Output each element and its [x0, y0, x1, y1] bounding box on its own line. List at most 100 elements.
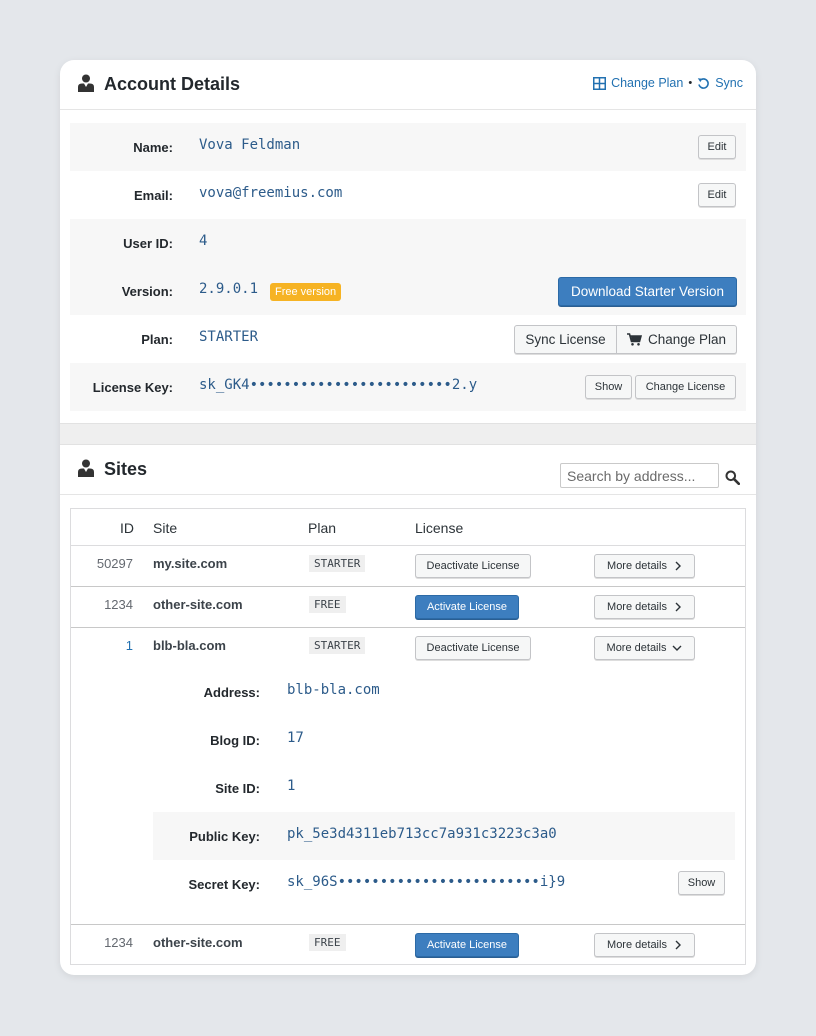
show-license-button[interactable]: Show [585, 375, 632, 399]
sites-title: Sites [104, 459, 148, 479]
grid-icon [593, 76, 607, 90]
name-label: Name: [133, 140, 173, 155]
site-address: other-site.com [153, 935, 243, 950]
sync-icon [698, 77, 710, 89]
link-separator: • [688, 77, 693, 89]
activate-license-button[interactable]: Activate License [415, 595, 519, 619]
version-row: Version: 2.9.0.1 Free version Download S… [70, 267, 746, 315]
user-icon [78, 459, 94, 477]
table-row-expanded: 1 blb-bla.com STARTER Deactivate License… [71, 628, 745, 925]
change-plan-link-label: Change Plan [611, 76, 684, 90]
license-key-label: License Key: [92, 380, 173, 395]
secret-key-label: Secret Key: [188, 877, 260, 892]
account-card: Account Details Change Plan • Sync Name:… [60, 60, 756, 975]
blog-id-row: Blog ID: 17 [153, 716, 735, 764]
site-details: Address: blb-bla.com Blog ID: 17 Site ID… [153, 668, 735, 908]
secret-key-row: Secret Key: sk_96S••••••••••••••••••••••… [153, 860, 735, 908]
change-plan-button-label: Change Plan [647, 332, 727, 347]
address-row: Address: blb-bla.com [153, 668, 735, 716]
public-key-row: Public Key: pk_5e3d4311eb713cc7a931c3223… [153, 812, 735, 860]
change-license-button[interactable]: Change License [635, 375, 736, 399]
table-row: 50297 my.site.com STARTER Deactivate Lic… [71, 546, 745, 587]
sites-table: ID Site Plan License 50297 my.site.com S… [70, 508, 746, 965]
address-value: blb-bla.com [287, 682, 380, 698]
show-secret-key-button[interactable]: Show [678, 871, 725, 895]
site-id: 1234 [104, 935, 133, 950]
column-site: Site [153, 520, 178, 536]
more-details-button[interactable]: More details [594, 554, 695, 578]
table-row: 1234 other-site.com FREE Activate Licens… [71, 925, 745, 966]
activate-license-button[interactable]: Activate License [415, 933, 519, 957]
sync-license-button[interactable]: Sync License [514, 325, 617, 354]
table-row: 1234 other-site.com FREE Activate Licens… [71, 587, 745, 628]
change-plan-link[interactable]: Change Plan [593, 76, 683, 90]
site-id: 1234 [104, 597, 133, 612]
version-label: Version: [121, 284, 173, 299]
user-id-row: User ID: 4 [70, 219, 746, 267]
more-details-label: More details [607, 560, 667, 572]
chevron-down-icon [672, 645, 682, 651]
search-icon[interactable] [725, 470, 740, 485]
account-header: Account Details Change Plan • Sync [60, 60, 756, 110]
more-details-button[interactable]: More details [594, 933, 695, 957]
email-label: Email: [133, 188, 173, 203]
account-title: Account Details [104, 74, 241, 94]
site-id-value: 1 [287, 778, 296, 794]
edit-email-button[interactable]: Edit [698, 183, 736, 207]
plan-tag: STARTER [309, 555, 366, 572]
sync-link-label: Sync [715, 76, 743, 90]
more-details-label: More details [607, 939, 667, 951]
site-address: blb-bla.com [153, 638, 226, 653]
plan-tag: FREE [309, 596, 346, 613]
plan-tag: STARTER [309, 637, 366, 654]
secret-key-value: sk_96S••••••••••••••••••••••••i}9 [287, 874, 566, 890]
chevron-right-icon [675, 602, 681, 612]
site-id-label: Site ID: [215, 781, 260, 796]
license-key-row: License Key: sk_GK4•••••••••••••••••••••… [70, 363, 746, 411]
column-plan: Plan [308, 520, 337, 536]
site-address: my.site.com [153, 556, 228, 571]
user-id-label: User ID: [123, 236, 173, 251]
name-value: Vova Feldman [199, 137, 301, 153]
sync-link[interactable]: Sync [697, 76, 743, 90]
section-divider [60, 423, 756, 445]
more-details-label: More details [606, 642, 667, 654]
search-input[interactable] [560, 463, 719, 488]
cart-icon [626, 333, 642, 346]
more-details-button[interactable]: More details [594, 636, 695, 660]
plan-label: Plan: [141, 332, 173, 347]
site-id-row: Site ID: 1 [153, 764, 735, 812]
name-row: Name: Vova Feldman Edit [70, 123, 746, 171]
blog-id-label: Blog ID: [210, 733, 260, 748]
change-plan-button[interactable]: Change Plan [616, 325, 737, 354]
column-license: License [415, 520, 464, 536]
header-links: Change Plan • Sync [593, 76, 743, 90]
edit-name-button[interactable]: Edit [698, 135, 736, 159]
plan-row: Plan: STARTER Sync License Change Plan [70, 315, 746, 363]
user-id-value: 4 [199, 233, 208, 249]
email-value: vova@freemius.com [199, 185, 343, 201]
version-value: 2.9.0.1 [199, 281, 259, 297]
blog-id-value: 17 [287, 730, 304, 746]
chevron-right-icon [675, 561, 681, 571]
user-icon [78, 74, 94, 92]
account-details-list: Name: Vova Feldman Edit Email: vova@free… [70, 123, 746, 411]
download-starter-button[interactable]: Download Starter Version [558, 277, 737, 306]
deactivate-license-button[interactable]: Deactivate License [415, 554, 531, 578]
site-address: other-site.com [153, 597, 243, 612]
license-key-value: sk_GK4••••••••••••••••••••••••2.y [199, 377, 478, 393]
public-key-value: pk_5e3d4311eb713cc7a931c3223c3a0 [287, 826, 557, 842]
site-id: 1 [125, 638, 133, 653]
address-label: Address: [203, 685, 260, 700]
more-details-button[interactable]: More details [594, 595, 695, 619]
deactivate-license-button[interactable]: Deactivate License [415, 636, 531, 660]
public-key-label: Public Key: [189, 829, 260, 844]
chevron-right-icon [675, 940, 681, 950]
plan-tag: FREE [309, 934, 346, 951]
column-id: ID [120, 520, 134, 536]
site-id: 50297 [96, 556, 133, 571]
free-version-badge: Free version [270, 283, 342, 301]
table-header: ID Site Plan License [71, 509, 745, 546]
more-details-label: More details [607, 601, 667, 613]
email-row: Email: vova@freemius.com Edit [70, 171, 746, 219]
